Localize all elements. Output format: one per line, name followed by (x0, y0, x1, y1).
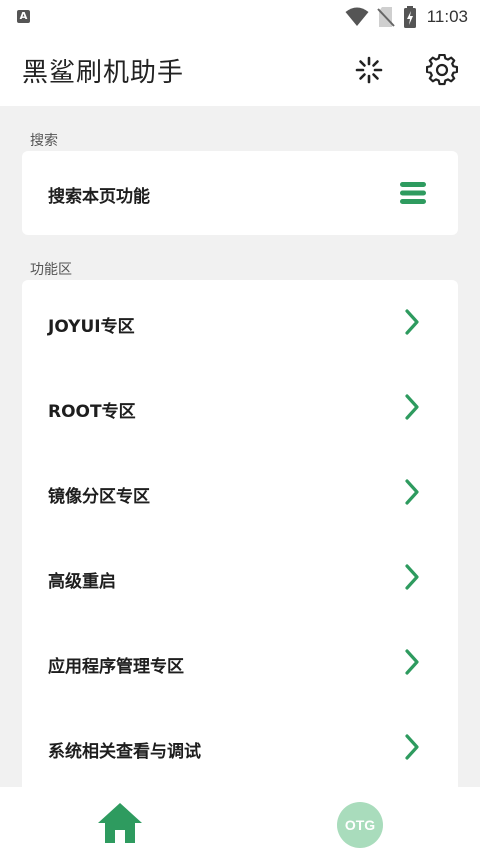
chevron-right-icon (405, 649, 419, 675)
no-sim-icon (376, 7, 395, 27)
chevron-right-icon (405, 309, 419, 335)
function-item-root[interactable]: ROOT专区 (22, 365, 458, 450)
loading-spinner-icon[interactable] (353, 54, 385, 86)
function-item-joyui[interactable]: JOYUI专区 (22, 280, 458, 365)
app-title: 黑鲨刷机助手 (22, 58, 185, 88)
search-section-header: 搜索 (30, 133, 58, 149)
chevron-right-icon (405, 564, 419, 590)
function-item-system-debug[interactable]: 系统相关查看与调试 (22, 705, 458, 790)
home-icon[interactable] (96, 801, 144, 845)
status-time: 11:03 (426, 7, 468, 26)
app-bar: 黑鲨刷机助手 (0, 34, 480, 106)
function-item-label: 镜像分区专区 (48, 487, 150, 507)
bottom-nav: OTG (0, 787, 480, 852)
wifi-icon (345, 7, 369, 26)
function-item-label: 系统相关查看与调试 (48, 742, 201, 762)
status-icons: 11:03 (345, 6, 468, 28)
otg-button[interactable]: OTG (337, 802, 383, 848)
notification-a-icon: A (17, 10, 30, 23)
chevron-right-icon (405, 734, 419, 760)
settings-gear-icon[interactable] (426, 54, 458, 86)
function-item-advanced-reboot[interactable]: 高级重启 (22, 535, 458, 620)
chevron-right-icon (405, 479, 419, 505)
search-row-label: 搜索本页功能 (48, 187, 150, 207)
search-card: 搜索本页功能 (22, 151, 458, 235)
search-page-functions-row[interactable]: 搜索本页功能 (22, 151, 458, 235)
battery-charging-icon (403, 6, 416, 28)
function-item-app-management[interactable]: 应用程序管理专区 (22, 620, 458, 705)
function-item-image-partition[interactable]: 镜像分区专区 (22, 450, 458, 535)
function-item-label: 高级重启 (48, 572, 116, 592)
status-bar: A 11:03 (0, 0, 480, 34)
function-item-label: ROOT专区 (48, 402, 136, 422)
chevron-right-icon (405, 394, 419, 420)
function-item-label: JOYUI专区 (48, 317, 135, 337)
function-section-header: 功能区 (30, 262, 72, 278)
function-card: JOYUI专区 ROOT专区 镜像分区专区 高级重启 应用程序管理专区 系统相关… (22, 280, 458, 800)
function-item-label: 应用程序管理专区 (48, 657, 184, 677)
menu-list-icon (400, 182, 426, 204)
